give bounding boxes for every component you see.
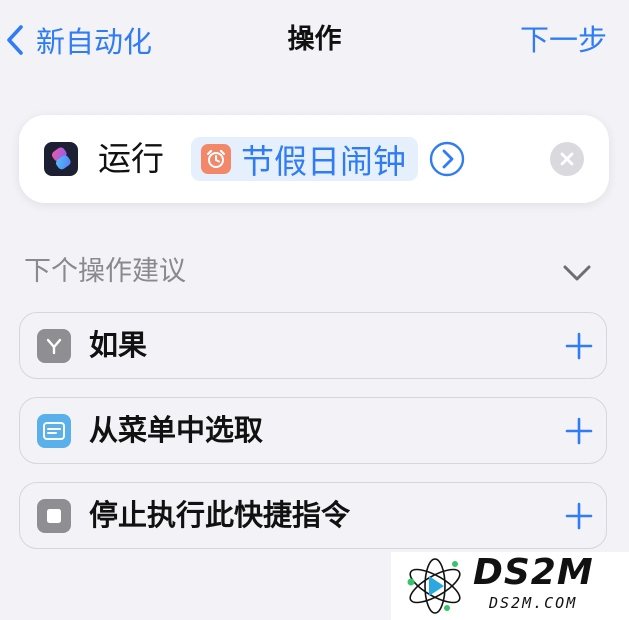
branch-icon xyxy=(37,329,71,363)
suggestion-label: 停止执行此快捷指令 xyxy=(89,498,351,532)
shortcut-token[interactable]: 节假日闹钟 xyxy=(191,137,418,181)
suggestion-row-stop-shortcut[interactable]: 停止执行此快捷指令 xyxy=(19,482,607,549)
atom-logo-icon xyxy=(407,558,461,614)
plus-icon[interactable] xyxy=(564,331,594,361)
stop-icon xyxy=(37,499,71,533)
watermark-title: DS2M xyxy=(473,552,594,593)
suggestion-row-if[interactable]: 如果 xyxy=(19,312,607,379)
shortcuts-app-icon xyxy=(44,142,78,176)
menu-icon xyxy=(37,414,71,448)
clear-button[interactable] xyxy=(550,142,584,176)
run-label: 运行 xyxy=(98,139,164,178)
suggestion-row-choose-from-menu[interactable]: 从菜单中选取 xyxy=(19,397,607,464)
navigation-bar: 新自动化 操作 下一步 xyxy=(0,0,629,80)
watermark: DS2M DS2M.COM xyxy=(391,552,629,620)
suggestions-header: 下个操作建议 xyxy=(24,256,186,287)
shortcut-name: 节假日闹钟 xyxy=(241,142,406,181)
chevron-right-circle-icon[interactable] xyxy=(429,141,465,177)
suggestion-label: 如果 xyxy=(89,328,148,362)
next-button[interactable]: 下一步 xyxy=(520,20,607,60)
close-icon xyxy=(560,152,574,166)
action-card: 运行 节假日闹钟 xyxy=(19,115,609,203)
alarm-clock-icon xyxy=(201,144,231,174)
watermark-subtitle: DS2M.COM xyxy=(489,594,578,612)
chevron-down-icon[interactable] xyxy=(561,259,593,287)
plus-icon[interactable] xyxy=(564,501,594,531)
plus-icon[interactable] xyxy=(564,416,594,446)
suggestion-label: 从菜单中选取 xyxy=(89,413,264,447)
